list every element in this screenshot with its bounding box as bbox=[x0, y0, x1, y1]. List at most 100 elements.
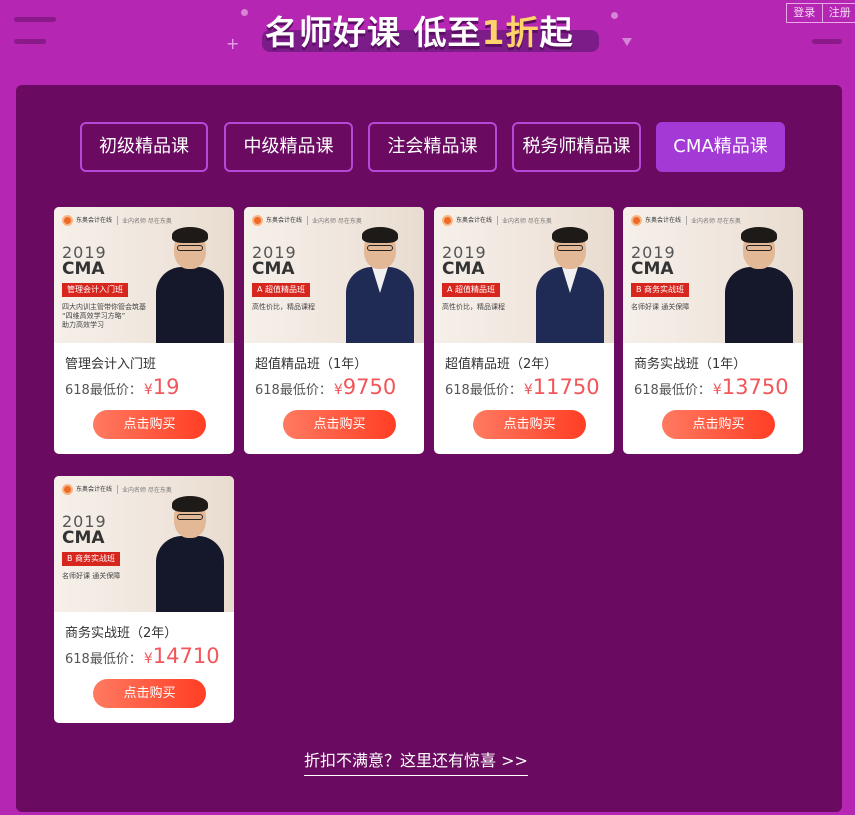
teacher-hair bbox=[552, 227, 588, 243]
tab-cpa[interactable]: 注会精品课 bbox=[368, 122, 497, 172]
thumb-subtitle: 四大内训主管带你管会筑基 “四维高效学习方略” 助力高效学习 bbox=[62, 303, 146, 329]
course-title[interactable]: 管理会计入门班 bbox=[65, 353, 156, 372]
triangle-deco bbox=[622, 38, 632, 46]
teacher-body bbox=[156, 536, 224, 612]
price-value: 11750 bbox=[532, 375, 600, 399]
glasses-icon bbox=[177, 514, 203, 520]
price-row: 618最低价： ¥14710 bbox=[65, 644, 220, 668]
teacher-photo bbox=[723, 225, 795, 343]
plus-deco: + bbox=[226, 34, 240, 53]
thumb-exam: CMA bbox=[62, 528, 105, 548]
register-link[interactable]: 注册 bbox=[821, 4, 855, 22]
glasses-icon bbox=[367, 245, 393, 251]
tab-label: CMA精品课 bbox=[673, 136, 768, 157]
teacher-hair bbox=[741, 227, 777, 243]
tab-label: 注会精品课 bbox=[387, 136, 478, 157]
tab-junior[interactable]: 初级精品课 bbox=[80, 122, 208, 172]
currency-symbol: ¥ bbox=[333, 382, 343, 398]
course-title[interactable]: 超值精品班（1年） bbox=[255, 353, 367, 372]
brand-slogan: 业内名师 尽在东奥 bbox=[686, 216, 741, 225]
price-value: 9750 bbox=[342, 375, 397, 399]
thumb-class-tag: B 商务实战班 bbox=[62, 552, 121, 566]
teacher-hair bbox=[172, 227, 208, 243]
teacher-photo bbox=[344, 225, 416, 343]
teacher-hair bbox=[172, 496, 208, 512]
course-thumbnail[interactable]: 东奥会计在线 业内名师 尽在东奥 2019 CMA A 超值精品班 高性价比，精… bbox=[244, 207, 424, 343]
teacher-hair bbox=[362, 227, 398, 243]
teacher-photo bbox=[534, 225, 606, 343]
price-value: 14710 bbox=[152, 644, 220, 668]
course-title[interactable]: 商务实战班（2年） bbox=[65, 622, 177, 641]
thumb-subtitle: 高性价比，精品课程 bbox=[252, 303, 315, 311]
buy-button[interactable]: 点击购买 bbox=[473, 410, 586, 439]
banner-title-highlight: 1折 bbox=[481, 13, 540, 52]
tab-tax-agent[interactable]: 税务师精品课 bbox=[512, 122, 641, 172]
more-offers-link[interactable]: 折扣不满意？这里还有惊喜 >> bbox=[304, 747, 528, 776]
price-prefix: 618最低价： bbox=[634, 383, 711, 398]
menu-bar-deco bbox=[14, 39, 46, 44]
dot-deco bbox=[611, 12, 618, 19]
glasses-icon bbox=[557, 245, 583, 251]
brand-name: 东奥会计在线 bbox=[645, 217, 682, 224]
course-title[interactable]: 超值精品班（2年） bbox=[445, 353, 557, 372]
price-prefix: 618最低价： bbox=[445, 383, 522, 398]
thumb-class-tag: 管理会计入门班 bbox=[62, 283, 128, 297]
thumb-exam: CMA bbox=[62, 259, 105, 279]
menu-bar-deco bbox=[14, 17, 56, 22]
price-prefix: 618最低价： bbox=[65, 652, 142, 667]
buy-button[interactable]: 点击购买 bbox=[93, 679, 206, 708]
banner-title-part1: 名师好课 低至 bbox=[265, 13, 482, 52]
brand-logo-icon bbox=[62, 215, 73, 226]
brand-logo-icon bbox=[62, 484, 73, 495]
buy-button[interactable]: 点击购买 bbox=[662, 410, 775, 439]
auth-links: 登录 注册 bbox=[786, 3, 855, 23]
glasses-icon bbox=[177, 245, 203, 251]
currency-symbol: ¥ bbox=[523, 382, 533, 398]
thumb-class-tag: A 超值精品班 bbox=[252, 283, 311, 297]
tab-label: 中级精品课 bbox=[243, 136, 334, 157]
thumb-class-tag: A 超值精品班 bbox=[442, 283, 501, 297]
brand-name: 东奥会计在线 bbox=[456, 217, 493, 224]
buy-button[interactable]: 点击购买 bbox=[283, 410, 396, 439]
course-title[interactable]: 商务实战班（1年） bbox=[634, 353, 746, 372]
glasses-icon bbox=[746, 245, 772, 251]
currency-symbol: ¥ bbox=[143, 651, 153, 667]
teacher-body bbox=[725, 267, 793, 343]
thumb-exam: CMA bbox=[252, 259, 295, 279]
thumb-subtitle: 名师好课 通关保障 bbox=[62, 572, 121, 580]
thumb-subtitle: 名师好课 通关保障 bbox=[631, 303, 690, 311]
top-banner: + 名师好课 低至1折起 登录 注册 bbox=[0, 0, 855, 80]
price-prefix: 618最低价： bbox=[65, 383, 142, 398]
brand-logo-icon bbox=[631, 215, 642, 226]
brand-name: 东奥会计在线 bbox=[266, 217, 303, 224]
teacher-photo bbox=[154, 494, 226, 612]
price-row: 618最低价： ¥11750 bbox=[445, 375, 600, 399]
course-thumbnail[interactable]: 东奥会计在线 业内名师 尽在东奥 2019 CMA B 商务实战班 名师好课 通… bbox=[623, 207, 803, 343]
brand-slogan: 业内名师 尽在东奥 bbox=[117, 485, 172, 494]
tab-label: 税务师精品课 bbox=[522, 136, 631, 157]
currency-symbol: ¥ bbox=[712, 382, 722, 398]
banner-title: 名师好课 低至1折起 bbox=[265, 6, 597, 52]
price-value: 19 bbox=[152, 375, 180, 399]
price-row: 618最低价： ¥13750 bbox=[634, 375, 789, 399]
brand-name: 东奥会计在线 bbox=[76, 486, 113, 493]
teacher-photo bbox=[154, 225, 226, 343]
login-link[interactable]: 登录 bbox=[787, 4, 822, 22]
price-prefix: 618最低价： bbox=[255, 383, 332, 398]
course-thumbnail[interactable]: 东奥会计在线 业内名师 尽在东奥 2019 CMA A 超值精品班 高性价比，精… bbox=[434, 207, 614, 343]
brand-logo-icon bbox=[442, 215, 453, 226]
course-thumbnail[interactable]: 东奥会计在线 业内名师 尽在东奥 2019 CMA 管理会计入门班 四大内训主管… bbox=[54, 207, 234, 343]
tab-intermediate[interactable]: 中级精品课 bbox=[224, 122, 353, 172]
course-card: 东奥会计在线 业内名师 尽在东奥 2019 CMA A 超值精品班 高性价比，精… bbox=[244, 207, 424, 454]
course-panel: 初级精品课 中级精品课 注会精品课 税务师精品课 CMA精品课 东奥会计在线 业… bbox=[16, 85, 842, 812]
buy-button[interactable]: 点击购买 bbox=[93, 410, 206, 439]
currency-symbol: ¥ bbox=[143, 382, 153, 398]
thumb-subtitle: 高性价比，精品课程 bbox=[442, 303, 505, 311]
course-thumbnail[interactable]: 东奥会计在线 业内名师 尽在东奥 2019 CMA B 商务实战班 名师好课 通… bbox=[54, 476, 234, 612]
thumb-class-tag: B 商务实战班 bbox=[631, 283, 690, 297]
thumb-exam: CMA bbox=[631, 259, 674, 279]
tab-cma[interactable]: CMA精品课 bbox=[656, 122, 785, 172]
teacher-body bbox=[156, 267, 224, 343]
brand-slogan: 业内名师 尽在东奥 bbox=[497, 216, 552, 225]
brand-slogan: 业内名师 尽在东奥 bbox=[117, 216, 172, 225]
